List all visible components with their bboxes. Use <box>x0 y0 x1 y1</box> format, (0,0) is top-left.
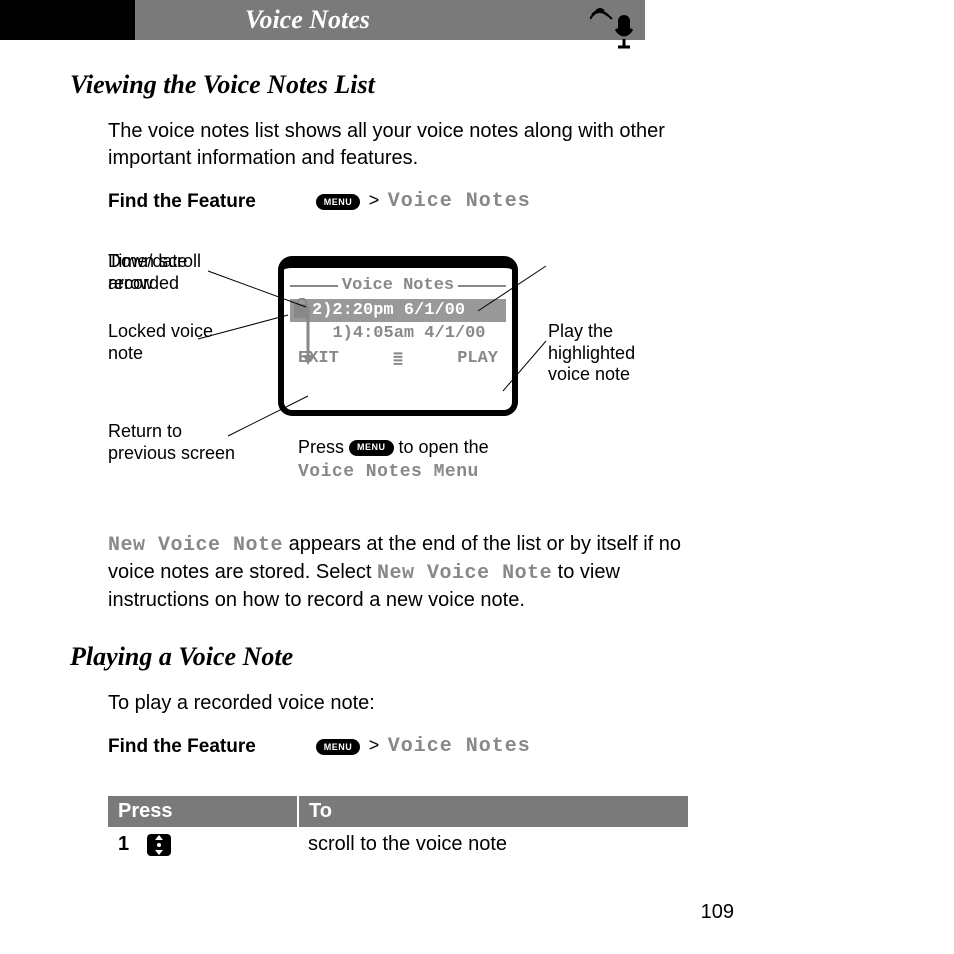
menu-bars-icon: ≣ <box>393 349 403 370</box>
phone-diagram: Voice Notes 2)2:20pm 6/1/00 1)4:05am 4/1… <box>108 251 874 511</box>
screen-row1-text: 2)2:20pm 6/1/00 <box>312 301 465 320</box>
step-description: scroll to the voice note <box>298 827 688 862</box>
path-separator: > <box>369 190 380 210</box>
page-number: 109 <box>701 901 734 924</box>
menu-key-icon: MENU <box>316 194 361 210</box>
section-heading-playing: Playing a Voice Note <box>70 642 874 672</box>
find-feature-label: Find the Feature <box>108 191 256 213</box>
section-heading-viewing: Viewing the Voice Notes List <box>70 70 874 100</box>
find-feature-row-2: Find the Feature MENU > Voice Notes <box>108 735 874 758</box>
header-black-block <box>0 0 135 40</box>
menu-path-2: MENU > Voice Notes <box>316 735 531 758</box>
screen-row2: 1)4:05am 4/1/00 <box>312 322 506 345</box>
menu-key-icon-inline: MENU <box>349 440 394 456</box>
press-suffix: to open the <box>399 437 489 457</box>
new-voice-note-term1: New Voice Note <box>108 534 283 557</box>
screen-row-highlighted: 2)2:20pm 6/1/00 <box>290 299 506 322</box>
procedure-table: Press To 1 scroll to the voice note <box>108 796 688 862</box>
press-prefix: Press <box>298 437 349 457</box>
path-text-2: Voice Notes <box>388 735 531 758</box>
find-feature-label-2: Find the Feature <box>108 736 256 758</box>
lock-icon <box>294 304 308 318</box>
new-voice-note-term2: New Voice Note <box>377 562 552 585</box>
header-band: Voice Notes <box>0 0 645 40</box>
softkey-play: PLAY <box>457 349 498 370</box>
menu-path: MENU > Voice Notes <box>316 190 531 213</box>
callout-play: Play the highlighted voice note <box>548 321 678 386</box>
microphone-signal-icon <box>590 5 640 60</box>
callout-locked: Locked voice note <box>108 321 218 364</box>
menu-caption: Press MENU to open the Voice Notes Menu <box>298 436 489 485</box>
playing-intro: To play a recorded voice note: <box>108 690 678 717</box>
scroll-key-icon <box>147 834 171 856</box>
page-header-title: Voice Notes <box>245 5 370 35</box>
step-number: 1 <box>118 833 129 855</box>
table-row: 1 scroll to the voice note <box>108 827 688 862</box>
menu-key-icon-2: MENU <box>316 739 361 755</box>
callout-timedate: Time/date recorded <box>108 251 228 294</box>
path-separator-2: > <box>369 735 380 755</box>
voice-notes-menu-label: Voice Notes Menu <box>298 462 479 482</box>
col-to: To <box>298 796 688 827</box>
screen-title: Voice Notes <box>342 276 454 295</box>
screen-title-row: Voice Notes <box>290 276 506 295</box>
phone-screen: Voice Notes 2)2:20pm 6/1/00 1)4:05am 4/1… <box>278 256 518 416</box>
intro-paragraph: The voice notes list shows all your voic… <box>108 118 678 172</box>
find-feature-row-1: Find the Feature MENU > Voice Notes <box>108 190 874 213</box>
callout-return: Return to previous screen <box>108 421 248 464</box>
col-press: Press <box>108 796 298 827</box>
path-text: Voice Notes <box>388 190 531 213</box>
softkey-exit: EXIT <box>298 349 339 370</box>
new-voice-note-paragraph: New Voice Note appears at the end of the… <box>108 531 688 614</box>
